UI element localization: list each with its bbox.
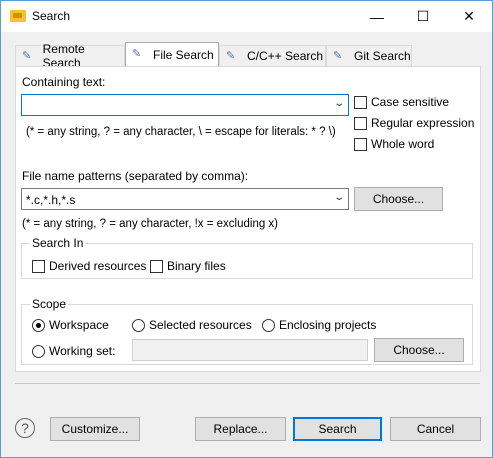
selected-resources-radio[interactable]: Selected resources xyxy=(132,318,252,332)
checkbox-label: Regular expression xyxy=(371,116,475,130)
checkbox-label: Whole word xyxy=(371,137,435,151)
checkbox-label: Binary files xyxy=(167,259,226,273)
radio-circle[interactable] xyxy=(262,318,275,332)
file-search-icon: ✎ xyxy=(132,48,142,60)
maximize-button[interactable]: ☐ xyxy=(400,1,446,32)
footer-separator xyxy=(15,383,480,384)
radio-circle[interactable] xyxy=(32,344,45,358)
tab-label: File Search xyxy=(153,47,214,62)
remote-search-icon: ✎ xyxy=(22,49,32,62)
tab-remote-search[interactable]: ✎ Remote Search xyxy=(15,42,125,70)
search-dialog: Search — ☐ ✕ ✎ Remote Search ✎ File Sear… xyxy=(0,0,493,458)
checkbox-label: Case sensitive xyxy=(371,95,450,109)
working-set-radio[interactable]: Working set: xyxy=(32,344,115,358)
whole-word-checkbox[interactable]: Whole word xyxy=(354,137,434,151)
radio-label: Enclosing projects xyxy=(279,318,377,332)
cancel-button[interactable]: Cancel xyxy=(390,417,481,441)
choose-working-set-button[interactable]: Choose... xyxy=(374,338,464,362)
radio-label: Selected resources xyxy=(149,318,252,332)
checkbox-box[interactable] xyxy=(354,95,367,109)
app-icon xyxy=(10,10,26,22)
workspace-radio[interactable]: Workspace xyxy=(32,318,109,332)
radio-label: Workspace xyxy=(49,318,109,332)
file-patterns-combo[interactable]: *.c,*.h,*.s ⌄ xyxy=(21,188,349,210)
close-button[interactable]: ✕ xyxy=(446,1,492,32)
derived-resources-checkbox[interactable]: Derived resources xyxy=(32,259,146,273)
case-sensitive-checkbox[interactable]: Case sensitive xyxy=(354,95,449,109)
tab-label: Git Search xyxy=(354,49,411,63)
file-patterns-value: *.c,*.h,*.s xyxy=(26,193,76,207)
file-patterns-label: File name patterns (separated by comma): xyxy=(22,169,249,183)
file-patterns-hint: (* = any string, ? = any character, !x =… xyxy=(22,218,279,230)
checkbox-box[interactable] xyxy=(354,116,367,130)
file-search-panel: Containing text: ⌄ (* = any string, ? = … xyxy=(15,66,481,372)
chevron-down-icon[interactable]: ⌄ xyxy=(333,98,345,109)
window-title: Search xyxy=(32,9,71,23)
radio-circle[interactable] xyxy=(32,318,45,332)
search-in-legend: Search In xyxy=(30,236,86,250)
checkbox-box[interactable] xyxy=(354,137,367,151)
radio-circle[interactable] xyxy=(132,318,145,332)
enclosing-projects-radio[interactable]: Enclosing projects xyxy=(262,318,376,332)
tab-file-search[interactable]: ✎ File Search xyxy=(125,42,219,66)
minimize-button[interactable]: — xyxy=(354,1,400,32)
help-icon[interactable]: ? xyxy=(15,418,35,438)
search-in-group: Search In Derived resources Binary files xyxy=(21,236,473,279)
containing-text-combo[interactable]: ⌄ xyxy=(21,94,349,116)
radio-label: Working set: xyxy=(49,344,116,358)
checkbox-box[interactable] xyxy=(150,259,163,273)
scope-legend: Scope xyxy=(30,297,69,311)
tab-cpp-search[interactable]: ✎ C/C++ Search xyxy=(219,45,326,66)
search-button[interactable]: Search xyxy=(293,417,382,441)
tab-label: C/C++ Search xyxy=(247,49,324,63)
containing-text-label: Containing text: xyxy=(22,75,106,89)
replace-button[interactable]: Replace... xyxy=(195,417,286,441)
choose-patterns-button[interactable]: Choose... xyxy=(354,187,443,211)
working-set-field xyxy=(132,339,368,361)
cpp-search-icon: ✎ xyxy=(226,49,236,62)
checkbox-label: Derived resources xyxy=(49,259,147,273)
title-bar: Search — ☐ ✕ xyxy=(1,1,492,32)
containing-text-hint: (* = any string, ? = any character, \ = … xyxy=(26,126,336,138)
chevron-down-icon[interactable]: ⌄ xyxy=(333,192,345,203)
git-search-icon: ✎ xyxy=(333,49,343,62)
tab-git-search[interactable]: ✎ Git Search xyxy=(326,45,412,66)
checkbox-box[interactable] xyxy=(32,259,45,273)
regular-expression-checkbox[interactable]: Regular expression xyxy=(354,116,474,130)
binary-files-checkbox[interactable]: Binary files xyxy=(150,259,226,273)
customize-button[interactable]: Customize... xyxy=(50,417,140,441)
